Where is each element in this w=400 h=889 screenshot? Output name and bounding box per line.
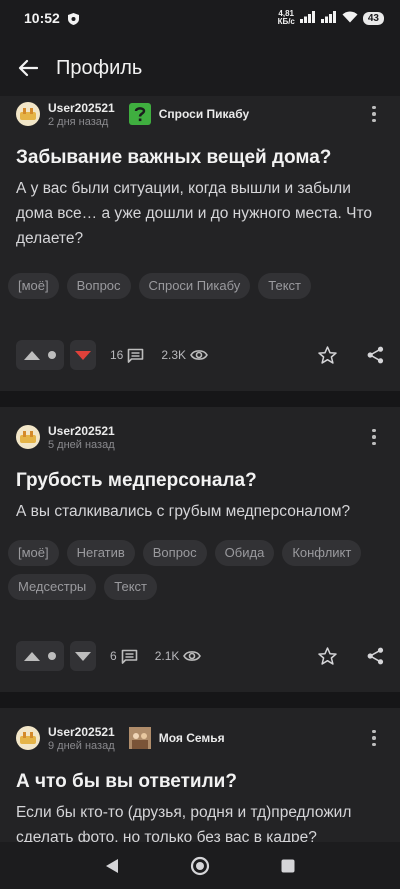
status-time: 10:52 xyxy=(24,10,60,26)
wifi-icon xyxy=(342,10,358,26)
community-family-icon xyxy=(128,727,151,749)
signal-icon-2 xyxy=(320,10,337,26)
nav-home-icon[interactable] xyxy=(190,856,210,876)
comments-button[interactable]: 6 xyxy=(110,649,138,664)
nav-back-icon[interactable] xyxy=(105,858,119,874)
back-button[interactable] xyxy=(0,36,56,100)
post-card[interactable]: User202521 9 дней назад Моя Семья А что … xyxy=(0,708,400,842)
signal-icon xyxy=(299,10,316,26)
tag[interactable]: Конфликт xyxy=(282,540,362,566)
downvote-icon xyxy=(75,350,91,360)
tag[interactable]: Текст xyxy=(258,273,311,299)
tag-list: [моё] Вопрос Спроси Пикабу Текст xyxy=(0,273,400,299)
shield-icon xyxy=(67,12,79,25)
post-actions: 16 2.3K xyxy=(0,319,400,391)
post-text[interactable]: А вы сталкивались с грубым медперсоналом… xyxy=(0,499,400,524)
author-name[interactable]: User202521 xyxy=(48,424,115,438)
comments-count: 16 xyxy=(110,348,124,362)
downvote-button[interactable] xyxy=(70,340,96,370)
tag[interactable]: Вопрос xyxy=(66,273,131,299)
community-name[interactable]: Спроси Пикабу xyxy=(159,107,249,121)
status-bar: 10:52 4,81 КБ/с 43 xyxy=(0,0,400,36)
upvote-button[interactable] xyxy=(16,641,64,671)
share-icon[interactable] xyxy=(367,346,384,364)
tag[interactable]: Обида xyxy=(214,540,275,566)
post-title[interactable]: Забывание важных вещей дома? xyxy=(0,146,400,170)
eye-icon xyxy=(183,651,202,661)
community-link[interactable]: Моя Семья xyxy=(128,727,225,749)
post-date: 2 дня назад xyxy=(48,115,109,128)
star-icon[interactable] xyxy=(318,647,337,665)
author-name[interactable]: User202521 xyxy=(48,725,115,739)
avatar-image-icon xyxy=(20,108,36,120)
network-speed: 4,81 КБ/с xyxy=(278,10,295,26)
rating-dot xyxy=(48,351,56,359)
tag-list: [моё] Негатив Вопрос Обида Конфликт Медс… xyxy=(0,540,400,600)
avatar-image-icon xyxy=(20,732,36,744)
nav-recents-icon[interactable] xyxy=(281,859,295,873)
kebab-menu-icon[interactable] xyxy=(364,105,384,123)
views-counter: 2.3K xyxy=(161,348,208,362)
post-title[interactable]: А что бы вы ответили? xyxy=(0,770,400,794)
upvote-icon xyxy=(24,350,40,360)
avatar[interactable] xyxy=(16,102,40,126)
post-date: 5 дней назад xyxy=(48,438,115,451)
post-actions: 6 2.1K xyxy=(0,620,400,692)
tag[interactable]: Вопрос xyxy=(142,540,207,566)
post-text[interactable]: А у вас были ситуации, когда вышли и заб… xyxy=(0,176,400,251)
card-separator xyxy=(0,391,400,407)
comment-icon xyxy=(128,348,144,363)
rating-dot xyxy=(48,652,56,660)
avatar-image-icon xyxy=(20,431,36,443)
post-title[interactable]: Грубость медперсонала? xyxy=(0,469,400,493)
page-title: Профиль xyxy=(56,56,143,79)
community-link[interactable]: Спроси Пикабу xyxy=(128,103,249,125)
downvote-button[interactable] xyxy=(70,641,96,671)
post-card[interactable]: User202521 5 дней назад Грубость медперс… xyxy=(0,407,400,692)
post-date: 9 дней назад xyxy=(48,739,115,752)
views-count: 2.3K xyxy=(161,348,187,362)
back-arrow-icon xyxy=(18,59,38,77)
profile-feed[interactable]: User202521 2 дня назад Спроси Пикабу Заб… xyxy=(0,96,400,842)
eye-icon xyxy=(190,350,208,360)
downvote-icon xyxy=(75,651,91,661)
tag[interactable]: Спроси Пикабу xyxy=(138,273,251,299)
post-card[interactable]: User202521 2 дня назад Спроси Пикабу Заб… xyxy=(0,96,400,391)
star-icon[interactable] xyxy=(318,346,337,364)
upvote-button[interactable] xyxy=(16,340,64,370)
comments-count: 6 xyxy=(110,649,117,663)
tag[interactable]: [моё] xyxy=(8,273,59,299)
tag[interactable]: Текст xyxy=(104,574,157,600)
tag[interactable]: [моё] xyxy=(8,540,59,566)
kebab-menu-icon[interactable] xyxy=(364,729,384,747)
author-name[interactable]: User202521 xyxy=(48,101,115,115)
battery-indicator: 43 xyxy=(362,11,384,25)
avatar[interactable] xyxy=(16,726,40,750)
comment-icon xyxy=(121,649,137,664)
app-header: Профиль xyxy=(0,36,400,100)
community-question-icon xyxy=(128,103,151,125)
tag[interactable]: Медсестры xyxy=(8,574,97,600)
kebab-menu-icon[interactable] xyxy=(364,428,384,446)
share-icon[interactable] xyxy=(367,647,384,665)
post-text[interactable]: Если бы кто-то (друзья, родня и тд)предл… xyxy=(0,800,400,842)
views-counter: 2.1K xyxy=(155,649,202,663)
network-speed-unit: КБ/с xyxy=(277,17,295,26)
avatar[interactable] xyxy=(16,425,40,449)
comments-button[interactable]: 16 xyxy=(110,348,144,363)
upvote-icon xyxy=(24,651,40,661)
views-count: 2.1K xyxy=(154,649,180,663)
community-name[interactable]: Моя Семья xyxy=(159,731,225,745)
status-icons: 4,81 КБ/с 43 xyxy=(278,10,384,26)
card-separator xyxy=(0,692,400,708)
tag[interactable]: Негатив xyxy=(66,540,135,566)
system-navigation-bar xyxy=(0,842,400,889)
